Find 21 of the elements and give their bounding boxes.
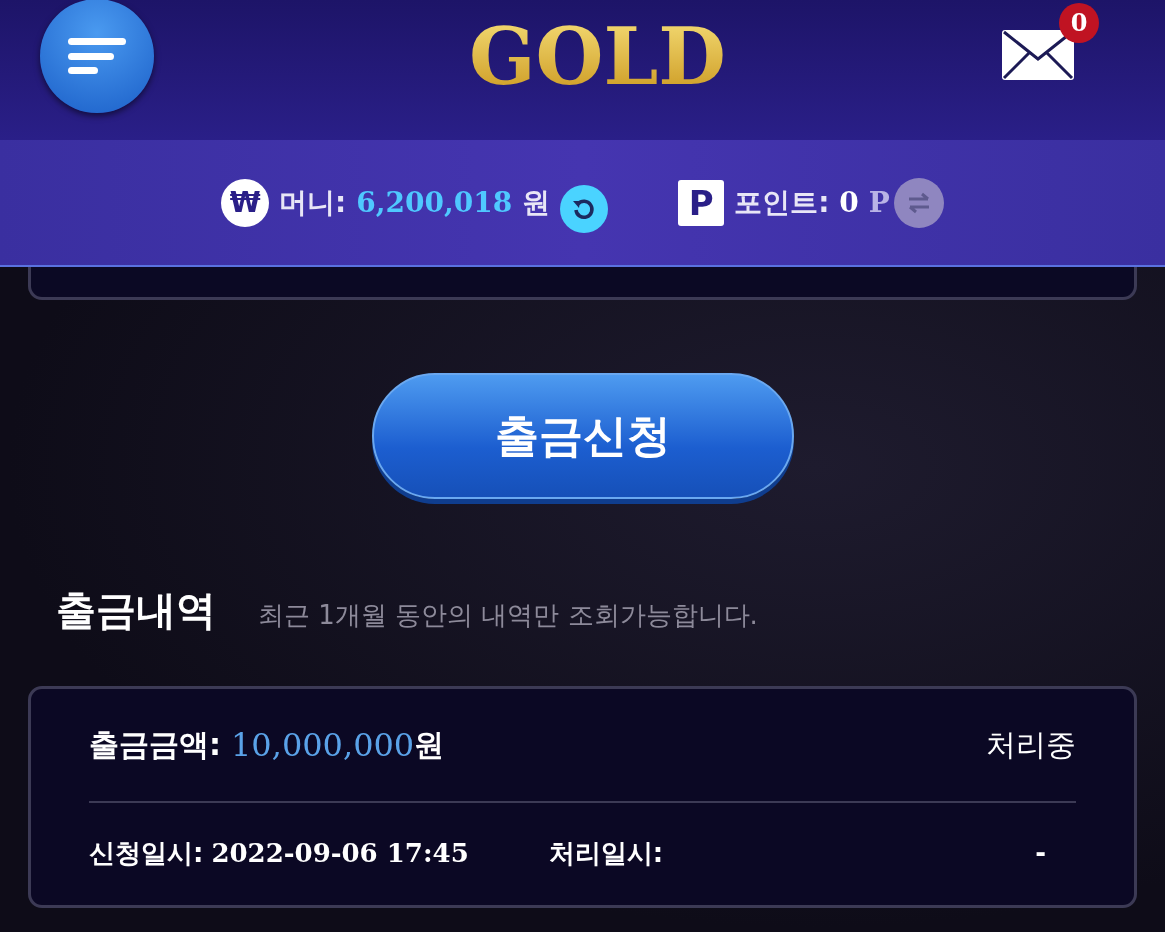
point-unit: P: [868, 186, 890, 219]
money-value: 6,200,018: [356, 186, 513, 219]
amount-label: 출금금액:: [89, 725, 221, 764]
request-date: 2022-09-06 17:45: [211, 838, 469, 868]
menu-button[interactable]: [40, 0, 154, 113]
point-label: 포인트:: [734, 184, 830, 221]
request-date-label: 신청일시:: [89, 836, 204, 870]
amount-unit: 원: [414, 725, 445, 764]
status-text: 처리중: [986, 725, 1076, 764]
processed-date-label: 처리일시:: [548, 836, 664, 870]
amount-value: 10,000,000: [231, 726, 415, 764]
won-icon: ₩: [221, 178, 270, 227]
mail-button[interactable]: 0: [1001, 2, 1099, 84]
point-icon: P: [678, 179, 725, 226]
money-unit: 원: [522, 184, 551, 221]
processed-date: -: [1035, 838, 1046, 868]
money-label: 머니:: [279, 184, 347, 221]
section-title: 출금내역: [56, 586, 216, 635]
mail-count-badge: 0: [1059, 2, 1099, 43]
point-value: 0: [839, 186, 859, 219]
history-note: 최근 1개월 동안의 내역만 조회가능합니다.: [258, 599, 758, 632]
